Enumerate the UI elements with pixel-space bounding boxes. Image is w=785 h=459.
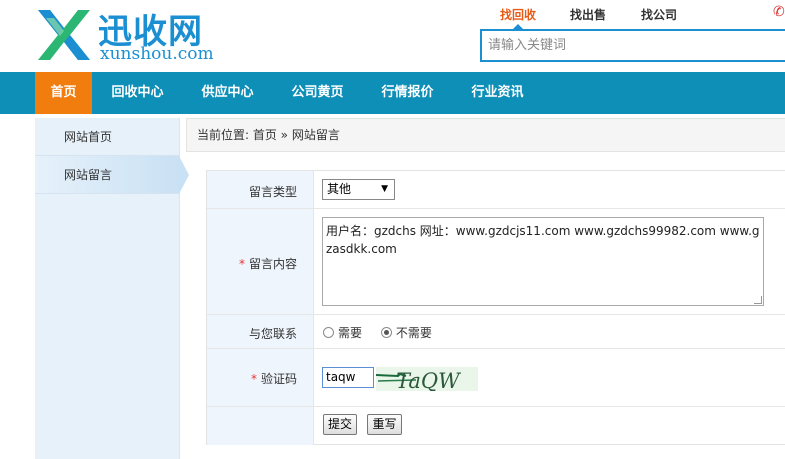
contact-radio-group: 需要 不需要	[323, 324, 447, 341]
type-label: 留言类型	[248, 185, 297, 199]
sidebar-item-label: 网站留言	[64, 168, 113, 182]
sidebar: 网站首页 网站留言	[35, 118, 189, 459]
reset-button[interactable]: 重写	[367, 414, 402, 435]
form-row-contact: 与您联系 需要 不需要	[207, 315, 785, 349]
form-row-actions: 提交 重写	[207, 407, 785, 445]
message-type-select[interactable]: 其他 ▼	[322, 179, 395, 200]
message-form: 留言类型 其他 ▼ * 留言内容 用户名：gzdchs 网址：www.gzdcjs…	[206, 170, 785, 445]
search-box	[480, 29, 785, 62]
site-logo[interactable]: 迅收网 xunshou.com	[36, 4, 216, 66]
resize-grip-icon[interactable]	[754, 296, 762, 304]
search-tab-sell[interactable]: 找出售	[570, 6, 606, 23]
breadcrumb-bar: 当前位置: 首页 » 网站留言	[186, 118, 785, 152]
nav-item-company-directory[interactable]: 公司黄页	[280, 72, 355, 114]
search-tabs: 找回收 找出售 找公司 ✆	[480, 0, 785, 29]
search-input[interactable]	[488, 31, 778, 60]
message-type-value: 其他	[327, 182, 352, 196]
logo-mark-icon	[38, 10, 90, 60]
captcha-image[interactable]: TaQW	[376, 367, 478, 391]
logo-english-text: xunshou.com	[100, 44, 214, 64]
captcha-graphic: TaQW	[376, 367, 478, 391]
phone-icon: ✆	[773, 4, 785, 20]
content-label: 留言内容	[248, 257, 297, 271]
nav-item-industry-news[interactable]: 行业资讯	[460, 72, 535, 114]
nav-item-market-quotes[interactable]: 行情报价	[370, 72, 445, 114]
message-content-text: 用户名：gzdchs 网址：www.gzdcjs11.com www.gzdch…	[326, 224, 760, 256]
message-content-textarea[interactable]: 用户名：gzdchs 网址：www.gzdcjs11.com www.gzdch…	[322, 217, 764, 306]
sidebar-item-site-message[interactable]: 网站留言	[35, 156, 189, 194]
nav-item-home[interactable]: 首页	[35, 72, 92, 114]
radio-no-need-label[interactable]: 不需要	[396, 326, 432, 340]
active-arrow-icon	[179, 156, 189, 194]
form-row-content: * 留言内容 用户名：gzdchs 网址：www.gzdcjs11.com www…	[207, 209, 785, 315]
main-nav: 首页 回收中心 供应中心 公司黄页 行情报价 行业资讯	[0, 72, 785, 114]
submit-button[interactable]: 提交	[323, 414, 357, 435]
radio-no-need[interactable]	[380, 327, 392, 338]
required-mark: *	[250, 372, 257, 386]
site-header: 迅收网 xunshou.com 找回收 找出售 找公司 ✆	[0, 0, 785, 72]
form-row-captcha: * 验证码 taqw TaQW	[207, 349, 785, 407]
required-mark: *	[238, 257, 245, 271]
sidebar-item-site-home[interactable]: 网站首页	[35, 118, 180, 156]
nav-item-supply-center[interactable]: 供应中心	[190, 72, 265, 114]
svg-text:TaQW: TaQW	[396, 369, 462, 391]
breadcrumb: 当前位置: 首页 » 网站留言	[197, 128, 340, 142]
select-caret-icon: ▼	[381, 184, 388, 194]
contact-label: 与您联系	[248, 327, 297, 341]
radio-need[interactable]	[323, 327, 334, 338]
search-tab-recycle[interactable]: 找回收	[500, 6, 536, 23]
radio-need-label[interactable]: 需要	[338, 326, 362, 340]
form-row-type: 留言类型 其他 ▼	[207, 171, 785, 209]
search-tab-company[interactable]: 找公司	[641, 6, 677, 23]
captcha-input[interactable]: taqw	[322, 367, 374, 388]
captcha-label: 验证码	[260, 372, 297, 386]
nav-item-recycle-center[interactable]: 回收中心	[100, 72, 175, 114]
